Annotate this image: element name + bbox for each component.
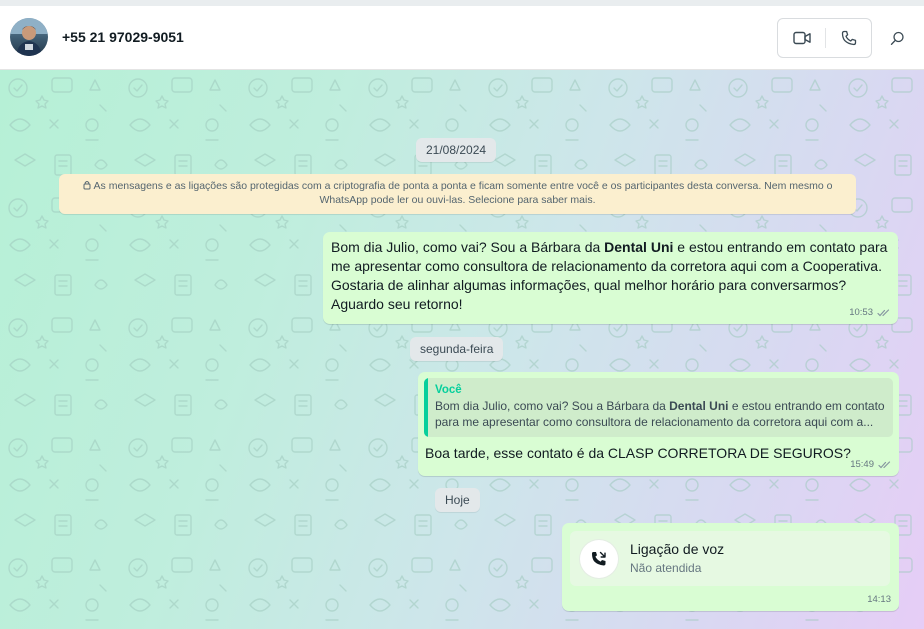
- missed-voice-call-card[interactable]: Ligação de voz Não atendida: [570, 531, 890, 586]
- message-meta: 15:49: [850, 459, 891, 470]
- message-text: Bom dia Julio, como vai? Sou a Bárbara d…: [331, 239, 888, 312]
- call-buttons-group: [777, 18, 872, 58]
- quote-text: Bom dia Julio, como vai? Sou a Bárbara d…: [435, 399, 885, 429]
- message-bold-text: Dental Uni: [604, 239, 674, 255]
- date-chip: 21/08/2024: [416, 138, 497, 162]
- message-time: 10:53: [849, 307, 873, 318]
- call-title: Ligação de voz: [630, 541, 725, 557]
- date-chip: segunda-feira: [410, 337, 504, 361]
- quote-author: Você: [435, 384, 462, 396]
- outgoing-call-message[interactable]: Ligação de voz Não atendida 14:13: [562, 523, 899, 611]
- search-button[interactable]: [880, 23, 914, 53]
- date-chip: Hoje: [435, 488, 480, 512]
- phone-icon: [841, 30, 856, 46]
- message-meta: 10:53: [849, 307, 890, 318]
- search-icon: [890, 31, 904, 45]
- message-time: 15:49: [850, 459, 874, 470]
- encryption-notice-line2: WhatsApp pode ler ou ouvi-las. Selecione…: [319, 194, 596, 206]
- contact-name[interactable]: +55 21 97029-9051: [62, 29, 184, 45]
- chat-area[interactable]: 21/08/2024 As mensagens e as ligações sã…: [0, 70, 924, 629]
- message-meta: 14:13: [867, 594, 891, 605]
- missed-call-icon: [592, 551, 606, 566]
- avatar[interactable]: [10, 18, 48, 56]
- double-check-icon: [877, 308, 890, 316]
- quoted-message[interactable]: Você Bom dia Julio, como vai? Sou a Bárb…: [424, 378, 893, 437]
- message-time: 14:13: [867, 594, 891, 605]
- message-text: Boa tarde, esse contato é da CLASP CORRE…: [425, 445, 851, 461]
- outgoing-reply-message[interactable]: Você Bom dia Julio, como vai? Sou a Bárb…: [418, 372, 899, 476]
- voice-call-button[interactable]: [825, 19, 872, 57]
- chat-header: +55 21 97029-9051: [0, 6, 924, 70]
- missed-call-icon-circle: [580, 540, 618, 578]
- video-camera-icon: [792, 31, 811, 45]
- double-check-icon: [878, 460, 891, 468]
- lock-icon: [83, 180, 91, 194]
- video-call-button[interactable]: [778, 19, 825, 57]
- encryption-notice-line1: As mensagens e as ligações são protegida…: [93, 180, 833, 192]
- call-status: Não atendida: [630, 561, 702, 575]
- outgoing-message[interactable]: Bom dia Julio, como vai? Sou a Bárbara d…: [323, 232, 898, 324]
- encryption-notice[interactable]: As mensagens e as ligações são protegida…: [59, 174, 856, 214]
- quote-accent-bar: [424, 378, 428, 437]
